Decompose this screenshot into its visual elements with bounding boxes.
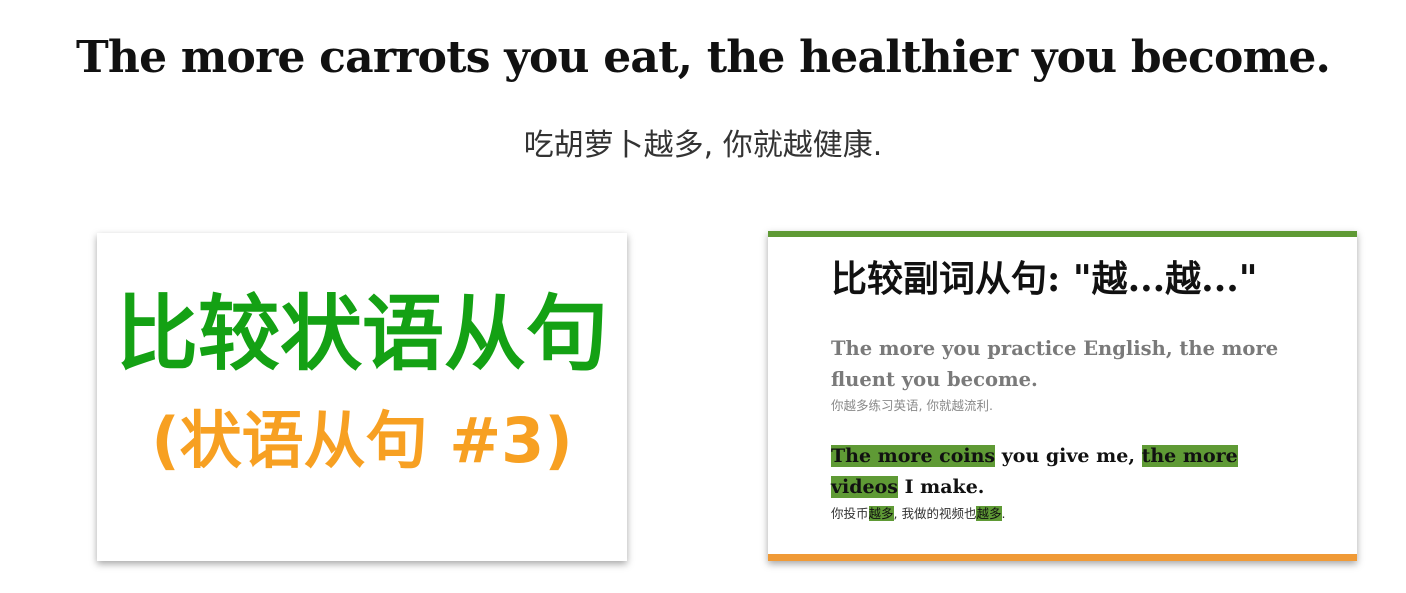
bottom-accent-bar (768, 554, 1357, 561)
highlight-phrase: 越多 (868, 506, 894, 521)
left-card-title: 比较状语从句 (115, 287, 608, 382)
example2-text: you give me, (995, 445, 1142, 467)
example2-zh-text: 你投币 (831, 506, 869, 521)
slide-card-right[interactable]: 比较副词从句: "越...越..." The more you practice… (768, 231, 1357, 561)
highlight-phrase: 越多 (976, 506, 1002, 521)
example2-text: I make. (898, 476, 985, 498)
thumbnail-card-left[interactable]: 比较状语从句 (状语从句 #3) (97, 233, 627, 561)
example1-english: The more you practice English, the more … (831, 337, 1279, 391)
top-accent-bar (768, 231, 1357, 237)
headline-english: The more carrots you eat, the healthier … (75, 32, 1331, 83)
slide-title: 比较副词从句: "越...越..." (831, 258, 1258, 300)
example1-chinese: 你越多练习英语, 你就越流利. (831, 398, 993, 413)
example2-chinese: 你投币越多, 我做的视频也越多. (831, 505, 1005, 523)
headline-chinese: 吃胡萝卜越多, 你就越健康. (523, 128, 883, 163)
highlight-phrase: The more coins (831, 445, 996, 467)
example2-english: The more coins you give me, the more vid… (831, 441, 1311, 503)
left-card-subtitle: (状语从句 #3) (151, 404, 573, 477)
example2-zh-text: , 我做的视频也 (893, 506, 977, 521)
example2-zh-text: . (1001, 506, 1006, 521)
